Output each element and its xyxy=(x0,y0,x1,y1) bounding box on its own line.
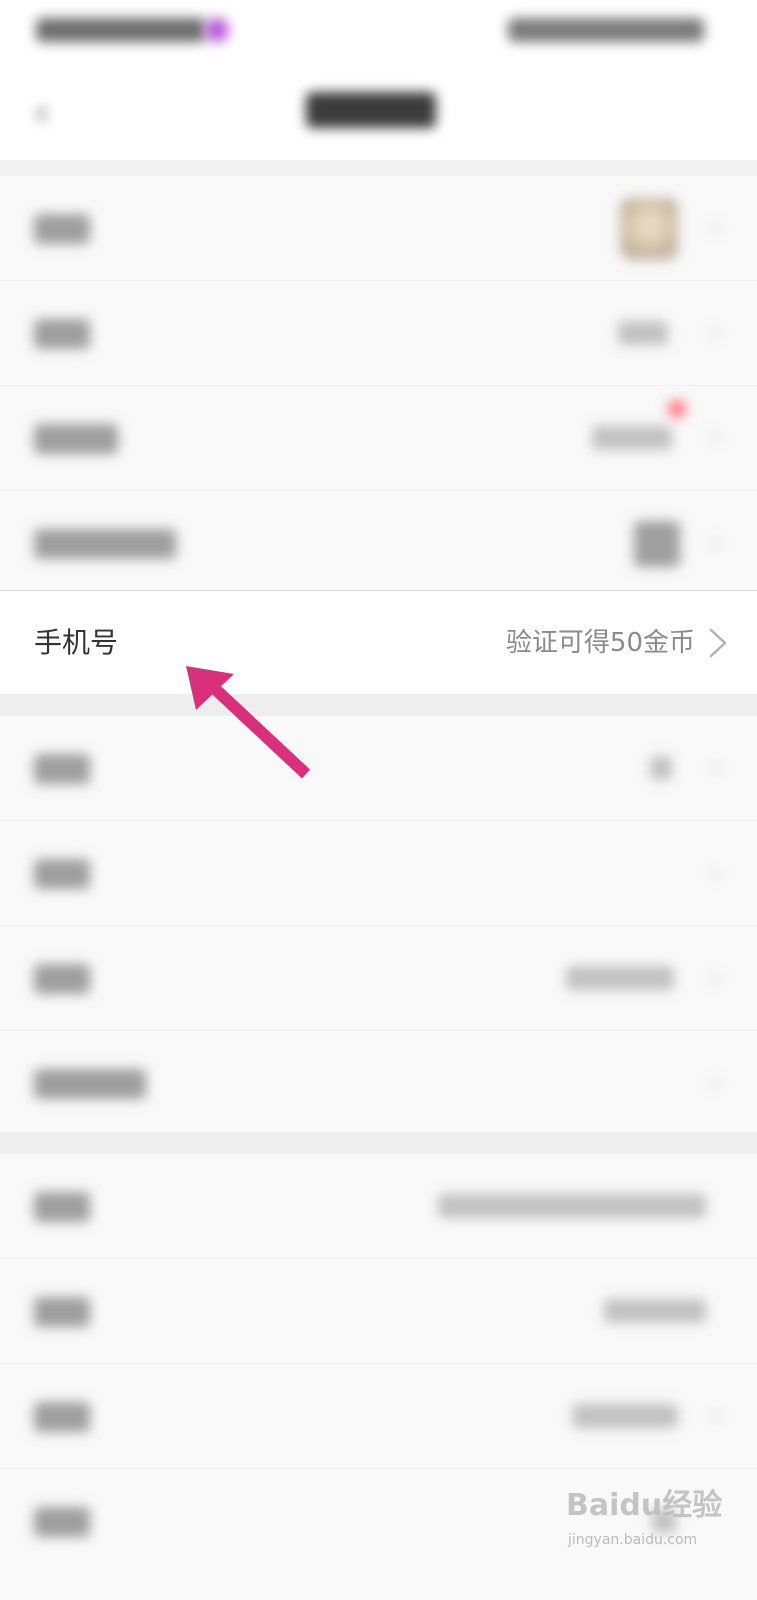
watermark-logo: Baidu经验 jingyan.baidu.com xyxy=(566,1486,736,1558)
list-item[interactable] xyxy=(0,1259,757,1364)
list-item[interactable] xyxy=(0,1154,757,1259)
list-item[interactable]: › xyxy=(0,926,757,1031)
list-item[interactable]: › xyxy=(0,716,757,821)
row-value xyxy=(566,966,674,990)
list-item[interactable]: › xyxy=(0,386,757,491)
row-value xyxy=(650,756,672,780)
chevron-right-icon: › xyxy=(709,315,721,350)
row-label xyxy=(34,319,90,349)
section-divider xyxy=(0,694,757,716)
row-value xyxy=(618,321,668,345)
edit-profile-screen: ‹ › › › › 手机号 验证可得50金币 › › › › › Baidu经验… xyxy=(0,0,757,1600)
list-item[interactable]: › xyxy=(0,1031,757,1135)
row-label xyxy=(34,424,118,454)
chevron-right-icon xyxy=(709,628,727,658)
row-label xyxy=(34,214,90,244)
watermark-brand: Baidu经验 xyxy=(566,1488,723,1523)
chevron-right-icon: › xyxy=(709,855,721,890)
row-label xyxy=(34,1507,90,1537)
red-dot-badge xyxy=(668,400,686,418)
status-bar-right xyxy=(508,18,704,42)
section-divider xyxy=(0,1132,757,1154)
chevron-right-icon: › xyxy=(709,1065,721,1100)
row-value xyxy=(572,1404,678,1428)
list-item[interactable]: › xyxy=(0,491,757,595)
row-label xyxy=(34,1402,90,1432)
pointer-arrow-icon xyxy=(186,666,311,779)
notification-dot-icon xyxy=(205,18,229,42)
list-item[interactable]: › xyxy=(0,1364,757,1469)
phone-number-row[interactable]: 手机号 验证可得50金币 xyxy=(0,590,757,695)
nav-bar: ‹ xyxy=(0,64,757,160)
avatar xyxy=(620,198,678,260)
row-value xyxy=(604,1299,706,1323)
chevron-right-icon: › xyxy=(709,525,721,560)
status-bar xyxy=(0,0,757,64)
row-label xyxy=(34,1069,146,1099)
row-label xyxy=(34,964,90,994)
chevron-right-icon: › xyxy=(709,1398,721,1433)
profile-section-middle: › › › › xyxy=(0,716,757,1135)
chevron-right-icon: › xyxy=(709,750,721,785)
chevron-right-icon: › xyxy=(709,960,721,995)
page-title xyxy=(306,92,436,128)
phone-verify-reward-text: 验证可得50金币 xyxy=(505,628,695,658)
status-bar-left xyxy=(36,18,206,42)
back-arrow-icon[interactable]: ‹ xyxy=(34,92,56,132)
row-label xyxy=(34,1192,90,1222)
list-item[interactable]: › xyxy=(0,821,757,926)
watermark-url: jingyan.baidu.com xyxy=(568,1532,698,1548)
qr-code-icon xyxy=(634,521,680,567)
row-label xyxy=(34,754,90,784)
list-item[interactable]: › xyxy=(0,176,757,281)
row-value xyxy=(592,426,672,450)
row-label xyxy=(34,859,90,889)
row-value xyxy=(438,1194,706,1218)
row-label xyxy=(34,1297,90,1327)
list-item[interactable]: › xyxy=(0,281,757,386)
chevron-right-icon: › xyxy=(709,420,721,455)
chevron-right-icon: › xyxy=(709,210,721,245)
phone-number-label: 手机号 xyxy=(34,626,119,659)
row-label xyxy=(34,529,176,559)
profile-section-top: › › › › xyxy=(0,176,757,595)
